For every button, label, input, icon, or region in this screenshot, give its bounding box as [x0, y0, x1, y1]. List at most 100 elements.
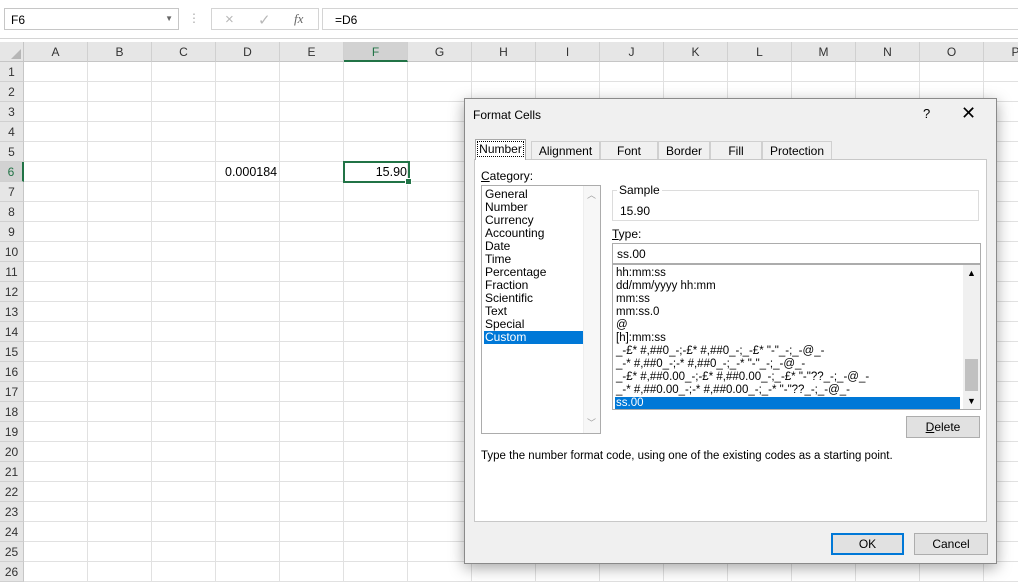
row-header-9[interactable]: 9 [0, 222, 24, 242]
type-item[interactable]: [h]:mm:ss [615, 332, 960, 345]
column-header-c[interactable]: C [152, 42, 216, 62]
column-header-g[interactable]: G [408, 42, 472, 62]
selected-cell-f6[interactable]: 15.90 [343, 161, 412, 185]
row-header-10[interactable]: 10 [0, 242, 24, 262]
type-item[interactable]: mm:ss.0 [615, 306, 960, 319]
row-header-3[interactable]: 3 [0, 102, 24, 122]
row-header-23[interactable]: 23 [0, 502, 24, 522]
chevron-up-icon[interactable]: ▲ [967, 268, 976, 278]
type-item[interactable]: mm:ss [615, 293, 960, 306]
row-header-4[interactable]: 4 [0, 122, 24, 142]
row-header-6[interactable]: 6 [0, 162, 24, 182]
row-header-18[interactable]: 18 [0, 402, 24, 422]
formula-bar: F6 ▼ ⋮ × ✓ fx =D6 [0, 0, 1018, 39]
column-gridline [279, 62, 280, 582]
type-input[interactable]: ss.00 [612, 243, 981, 264]
ok-button[interactable]: OK [831, 533, 904, 555]
row-header-24[interactable]: 24 [0, 522, 24, 542]
category-list[interactable]: General Number Currency Accounting Date Time P… [481, 185, 601, 434]
enter-icon[interactable]: ✓ [258, 11, 271, 29]
type-item[interactable]: @ [615, 319, 960, 332]
insert-function-icon[interactable]: fx [294, 11, 303, 27]
row-header-19[interactable]: 19 [0, 422, 24, 442]
number-tab-panel: Category: General Number Currency Accountin… [474, 159, 987, 522]
type-label: Type: [612, 227, 641, 241]
type-item[interactable]: _-* #,##0.00_-;-* #,##0.00_-;_-* "-"??_-… [615, 384, 960, 397]
column-header-p[interactable]: P [984, 42, 1018, 62]
row-header-14[interactable]: 14 [0, 322, 24, 342]
category-label-text: ategory: [489, 169, 534, 183]
type-item[interactable]: _-* #,##0_-;-* #,##0_-;_-* "-"_-;_-@_- [615, 358, 960, 371]
type-item[interactable]: _-£* #,##0_-;-£* #,##0_-;_-£* "-"_-;_-@_… [615, 345, 960, 358]
column-header-a[interactable]: A [24, 42, 88, 62]
select-all-button[interactable] [0, 42, 24, 62]
row-header-13[interactable]: 13 [0, 302, 24, 322]
category-scrollbar[interactable]: ︿ ﹀ [583, 186, 600, 433]
formula-buttons: × ✓ fx [211, 8, 319, 30]
chevron-up-icon[interactable]: ︿ [587, 188, 596, 201]
column-gridline [215, 62, 216, 582]
scrollbar-thumb[interactable] [965, 359, 978, 391]
row-header-26[interactable]: 26 [0, 562, 24, 582]
column-header-f[interactable]: F [344, 42, 408, 62]
tab-number[interactable]: Number [475, 139, 526, 160]
tab-fill[interactable]: Fill [710, 141, 762, 159]
type-item[interactable]: ss.00 [615, 397, 960, 409]
row-header-5[interactable]: 5 [0, 142, 24, 162]
column-header-n[interactable]: N [856, 42, 920, 62]
fill-handle[interactable] [405, 178, 412, 185]
formula-text: =D6 [335, 13, 358, 27]
row-header-15[interactable]: 15 [0, 342, 24, 362]
type-list[interactable]: hh:mm:ss dd/mm/yyyy hh:mm mm:ss mm:ss.0 @ [h]… [612, 264, 981, 410]
delete-button[interactable]: Delete [906, 416, 980, 438]
type-input-value: ss.00 [617, 247, 646, 261]
tab-alignment[interactable]: Alignment [531, 141, 600, 159]
row-header-11[interactable]: 11 [0, 262, 24, 282]
type-item[interactable]: dd/mm/yyyy hh:mm [615, 280, 960, 293]
column-header-j[interactable]: J [600, 42, 664, 62]
column-header-o[interactable]: O [920, 42, 984, 62]
row-header-16[interactable]: 16 [0, 362, 24, 382]
help-icon[interactable]: ? [923, 106, 930, 121]
type-scrollbar[interactable]: ▲ ▼ [963, 265, 980, 409]
column-header-h[interactable]: H [472, 42, 536, 62]
type-item[interactable]: hh:mm:ss [615, 267, 960, 280]
column-header-i[interactable]: I [536, 42, 600, 62]
column-header-m[interactable]: M [792, 42, 856, 62]
chevron-down-icon[interactable]: ▼ [165, 14, 173, 23]
row-header-7[interactable]: 7 [0, 182, 24, 202]
column-gridline [407, 62, 408, 582]
cell-d6[interactable]: 0.000184 [216, 162, 280, 182]
column-header-e[interactable]: E [280, 42, 344, 62]
row-header-22[interactable]: 22 [0, 482, 24, 502]
category-item[interactable]: Custom [484, 331, 585, 344]
row-header-1[interactable]: 1 [0, 62, 24, 82]
column-header-l[interactable]: L [728, 42, 792, 62]
row-header-2[interactable]: 2 [0, 82, 24, 102]
cancel-icon[interactable]: × [225, 11, 234, 28]
close-icon[interactable]: ✕ [961, 103, 976, 124]
delete-accel: D [925, 420, 935, 434]
type-item[interactable]: _-£* #,##0.00_-;-£* #,##0.00_-;_-£* "-"?… [615, 371, 960, 384]
chevron-down-icon[interactable]: ▼ [967, 396, 976, 406]
delete-label: elete [934, 420, 961, 434]
row-header-17[interactable]: 17 [0, 382, 24, 402]
column-header-k[interactable]: K [664, 42, 728, 62]
row-header-8[interactable]: 8 [0, 202, 24, 222]
tab-protection[interactable]: Protection [762, 141, 832, 159]
row-header-20[interactable]: 20 [0, 442, 24, 462]
row-gridline [24, 81, 1018, 82]
row-header-21[interactable]: 21 [0, 462, 24, 482]
formula-input[interactable]: =D6 [322, 8, 1018, 30]
tab-border[interactable]: Border [658, 141, 710, 159]
separator-icon[interactable]: ⋮ [188, 11, 200, 27]
row-header-25[interactable]: 25 [0, 542, 24, 562]
column-header-d[interactable]: D [216, 42, 280, 62]
chevron-down-icon[interactable]: ﹀ [587, 416, 596, 429]
name-box[interactable]: F6 ▼ [4, 8, 179, 30]
tab-font[interactable]: Font [600, 141, 658, 159]
cancel-button[interactable]: Cancel [914, 533, 988, 555]
row-header-12[interactable]: 12 [0, 282, 24, 302]
column-header-b[interactable]: B [88, 42, 152, 62]
column-gridline [151, 62, 152, 582]
